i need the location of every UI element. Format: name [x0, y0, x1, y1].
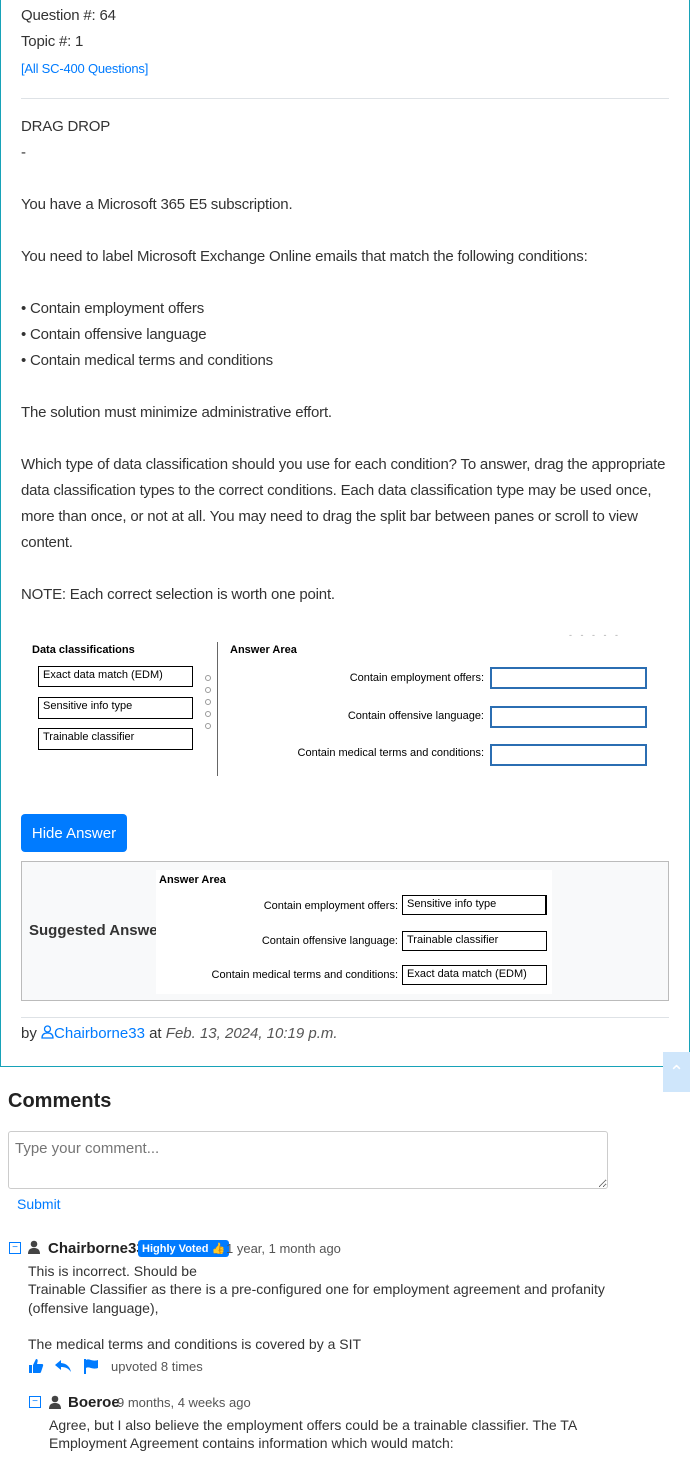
suggested-answer-value: Sensitive info type: [402, 895, 547, 915]
byline-user-link[interactable]: Chairborne33: [41, 1025, 149, 1042]
comment-time: 9 months, 4 weeks ago: [117, 1395, 251, 1410]
drag-drop-exhibit: - - - - - Data classifications Exact dat…: [24, 630, 660, 780]
exhibit-left-title: Data classifications: [32, 644, 135, 656]
condition-label: Contain offensive language:: [347, 710, 484, 722]
comment-text-line: (offensive language),: [28, 1300, 159, 1316]
thumbs-up-icon: 👍: [211, 1243, 226, 1255]
suggested-answer-box: Suggested Answer: Answer Area Contain em…: [21, 861, 669, 1001]
byline-user: Chairborne33: [54, 1025, 145, 1042]
comment-text-line: Trainable Classifier as there is a pre-c…: [28, 1281, 605, 1297]
question-paragraph-1: You have a Microsoft 365 E5 subscription…: [21, 196, 293, 213]
question-paragraph-4-line: content.: [21, 534, 73, 551]
comment-author[interactable]: Boeroe: [68, 1394, 120, 1411]
classification-option[interactable]: Exact data match (EDM): [38, 666, 193, 687]
chevron-up-icon: ⌃: [668, 1062, 685, 1082]
highly-voted-badge: Highly Voted 👍: [138, 1240, 230, 1257]
comment-text-line: Agree, but I also believe the employment…: [49, 1417, 578, 1433]
classification-option[interactable]: Trainable classifier: [38, 728, 193, 750]
reply-icon[interactable]: [54, 1358, 72, 1374]
flag-icon[interactable]: [83, 1358, 99, 1374]
submit-button[interactable]: Submit: [17, 1196, 61, 1212]
suggested-condition: Contain employment offers:: [263, 900, 398, 912]
exhibit-dots: - - - - -: [569, 630, 621, 640]
question-paragraph-4-line: more than once, or not at all. You may n…: [21, 508, 638, 525]
scroll-to-top-button[interactable]: ⌃: [663, 1052, 690, 1092]
collapse-toggle-icon[interactable]: −: [29, 1396, 41, 1408]
split-bar-dot: [205, 675, 211, 681]
question-dash: -: [21, 144, 26, 161]
answer-drop-target[interactable]: [490, 667, 647, 689]
suggested-answer-value: Exact data match (EDM): [402, 965, 547, 985]
condition-label: Contain medical terms and conditions:: [297, 747, 484, 759]
question-paragraph-4-line: data classification types to the correct…: [21, 482, 652, 499]
comment-input[interactable]: [8, 1131, 608, 1189]
suggested-condition: Contain medical terms and conditions:: [211, 969, 398, 981]
user-icon: [28, 1240, 40, 1254]
condition-bullet: • Contain employment offers: [21, 300, 205, 317]
suggested-answer-label: Suggested Answer:: [29, 922, 169, 939]
comment-author[interactable]: Chairborne33: [48, 1240, 145, 1257]
suggested-answer-value: Trainable classifier: [402, 931, 547, 951]
suggested-condition: Contain offensive language:: [261, 935, 398, 947]
exhibit-answer-title: Answer Area: [230, 644, 297, 656]
user-icon: [41, 1025, 54, 1039]
upvote-icon[interactable]: [28, 1358, 44, 1374]
split-bar-dot: [205, 699, 211, 705]
comment-time: 1 year, 1 month ago: [226, 1241, 341, 1256]
question-paragraph-4-line: Which type of data classification should…: [21, 456, 666, 473]
all-questions-link[interactable]: [All SC-400 Questions]: [21, 61, 148, 76]
divider: [21, 98, 669, 99]
question-paragraph-3: The solution must minimize administrativ…: [21, 404, 332, 421]
byline: by Chairborne33 at Feb. 13, 2024, 10:19 …: [21, 1025, 338, 1042]
byline-by: by: [21, 1025, 37, 1042]
split-bar-dot: [205, 711, 211, 717]
answer-drop-target[interactable]: [490, 706, 647, 728]
question-type: DRAG DROP: [21, 118, 111, 135]
badge-label: Highly Voted: [142, 1243, 209, 1255]
hide-answer-button[interactable]: Hide Answer: [21, 814, 127, 852]
question-note: NOTE: Each correct selection is worth on…: [21, 586, 335, 603]
upvote-count: upvoted 8 times: [111, 1359, 203, 1374]
suggested-answer-image: Answer Area Contain employment offers: S…: [156, 870, 552, 994]
collapse-toggle-icon[interactable]: −: [9, 1242, 21, 1254]
comments-heading: Comments: [8, 1090, 112, 1112]
user-icon: [49, 1395, 61, 1409]
suggested-answer-title: Answer Area: [159, 874, 226, 886]
classification-option[interactable]: Sensitive info type: [38, 697, 193, 719]
byline-at: at: [149, 1025, 162, 1042]
split-bar-dot: [205, 723, 211, 729]
comment-text-line: Employment Agreement contains informatio…: [49, 1435, 454, 1451]
split-bar[interactable]: [217, 642, 218, 776]
condition-bullet: • Contain medical terms and conditions: [21, 352, 273, 369]
condition-label: Contain employment offers:: [349, 672, 484, 684]
question-number: Question #: 64: [21, 7, 116, 24]
topic-number: Topic #: 1: [21, 33, 84, 50]
comment-text-line: The medical terms and conditions is cove…: [28, 1336, 362, 1352]
divider: [21, 1017, 669, 1018]
answer-drop-target[interactable]: [490, 744, 647, 766]
byline-date: Feb. 13, 2024, 10:19 p.m.: [165, 1025, 338, 1042]
condition-bullet: • Contain offensive language: [21, 326, 207, 343]
comment-text-line: This is incorrect. Should be: [28, 1263, 197, 1279]
split-bar-dot: [205, 687, 211, 693]
question-paragraph-2: You need to label Microsoft Exchange Onl…: [21, 248, 588, 265]
